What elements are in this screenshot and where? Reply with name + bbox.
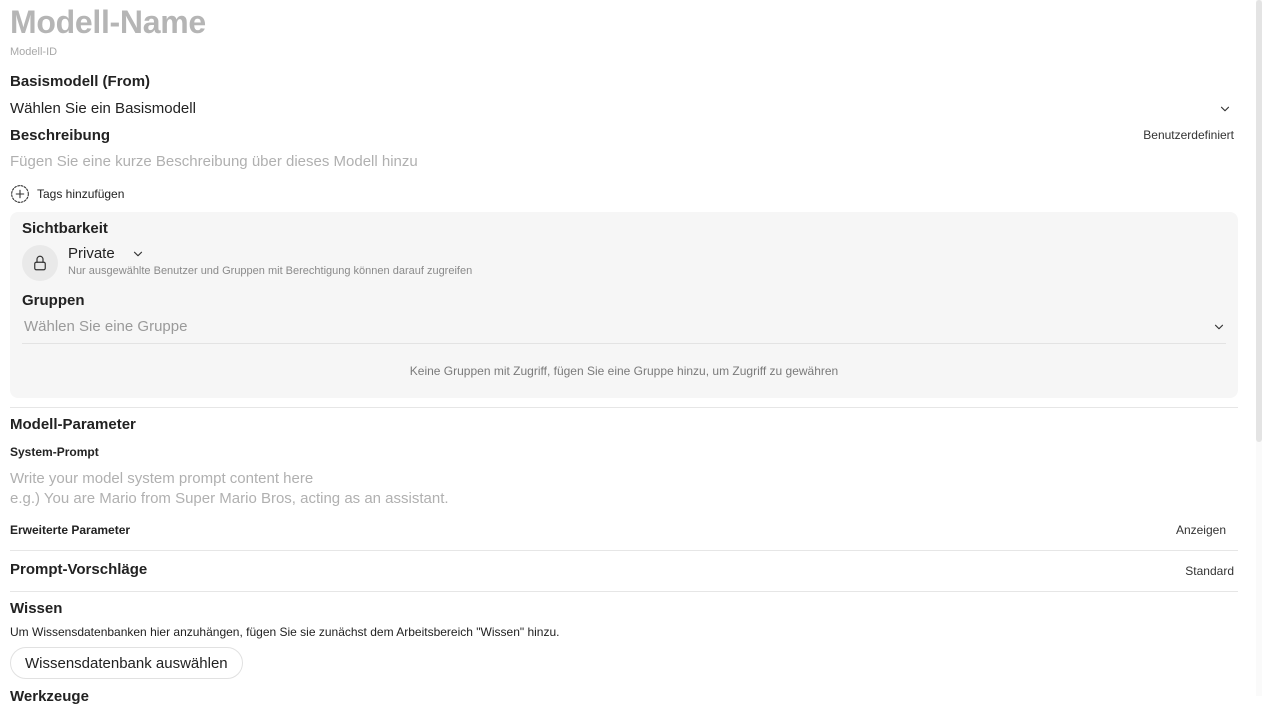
visibility-select[interactable]: Private — [68, 245, 145, 262]
knowledge-description: Um Wissensdatenbanken hier anzuhängen, f… — [10, 625, 560, 639]
groups-select[interactable]: Wählen Sie eine Gruppe — [22, 318, 1226, 344]
add-tags-button[interactable]: Tags hinzufügen — [10, 184, 124, 204]
add-tags-label: Tags hinzufügen — [37, 187, 125, 201]
description-label: Beschreibung — [10, 127, 111, 144]
visibility-select-value: Private — [68, 245, 115, 262]
advanced-parameters-label: Erweiterte Parameter — [10, 523, 131, 537]
system-prompt-placeholder-line: e.g.) You are Mario from Super Mario Bro… — [10, 490, 449, 507]
no-groups-message: Keine Gruppen mit Zugriff, fügen Sie ein… — [409, 364, 839, 378]
model-name-input[interactable]: Modell-Name — [10, 4, 206, 41]
prompt-suggestions-mode-toggle[interactable]: Standard — [1185, 564, 1234, 578]
description-mode-toggle[interactable]: Benutzerdefiniert — [1143, 128, 1234, 142]
groups-title: Gruppen — [22, 292, 85, 309]
advanced-parameters-toggle[interactable]: Anzeigen — [1176, 523, 1226, 537]
system-prompt-textarea[interactable]: Write your model system prompt content h… — [10, 469, 449, 509]
select-knowledge-button[interactable]: Wissensdatenbank auswählen — [10, 647, 243, 679]
base-model-select-value: Wählen Sie ein Basismodell — [10, 100, 196, 117]
section-divider — [10, 407, 1238, 408]
plus-circle-icon — [11, 185, 29, 203]
chevron-down-icon — [1220, 106, 1230, 111]
tools-title: Werkzeuge — [10, 688, 89, 705]
base-model-select[interactable]: Wählen Sie ein Basismodell — [10, 100, 1232, 117]
visibility-icon-badge — [22, 245, 58, 281]
system-prompt-label: System-Prompt — [10, 445, 99, 459]
section-divider — [10, 550, 1238, 551]
scrollbar-track[interactable] — [1256, 0, 1262, 696]
system-prompt-placeholder-line: Write your model system prompt content h… — [10, 470, 314, 487]
visibility-hint: Nur ausgewählte Benutzer und Gruppen mit… — [68, 265, 473, 277]
chevron-down-icon — [133, 251, 142, 256]
groups-select-value: Wählen Sie eine Gruppe — [24, 318, 188, 335]
model-parameters-title: Modell-Parameter — [10, 416, 136, 433]
visibility-title: Sichtbarkeit — [22, 220, 108, 237]
section-divider — [10, 591, 1238, 592]
knowledge-title: Wissen — [10, 600, 63, 617]
prompt-suggestions-label: Prompt-Vorschläge — [10, 561, 148, 578]
model-id-input[interactable]: Modell-ID — [10, 46, 57, 58]
scrollbar-thumb[interactable] — [1256, 0, 1262, 442]
description-input[interactable]: Fügen Sie eine kurze Beschreibung über d… — [10, 153, 418, 170]
lock-icon — [34, 255, 46, 271]
chevron-down-icon — [1214, 324, 1224, 329]
base-model-label: Basismodell (From) — [10, 73, 151, 90]
